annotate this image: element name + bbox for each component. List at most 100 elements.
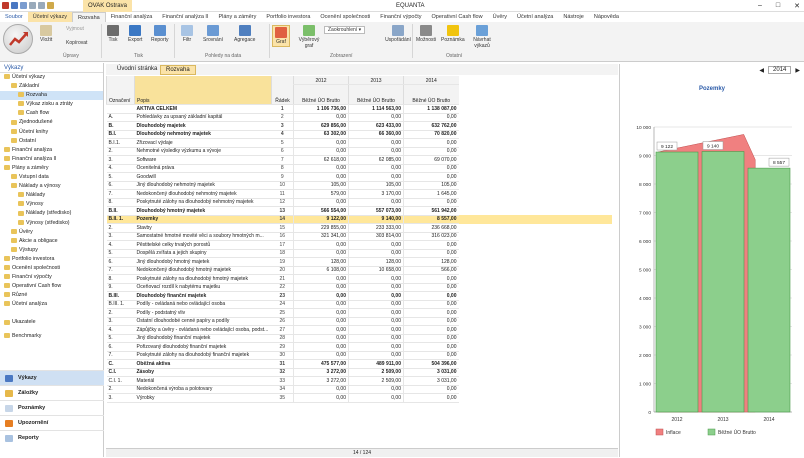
nav-reporty[interactable]: Reporty	[0, 430, 104, 445]
table-row[interactable]: B. Dlouhodobý majetek 3 629 856,00 623 433,0…	[106, 121, 613, 131]
tree-item[interactable]: Ostatní	[0, 137, 103, 146]
tree-item[interactable]: Náklady (středisko)	[0, 209, 103, 218]
tab-rozvaha-doc[interactable]: Rozvaha	[160, 65, 196, 75]
tree-item[interactable]: Náklady a výnosy	[0, 182, 103, 191]
table-row[interactable]: C. Oběžná aktiva 31 475 577,00 489 911,00 504…	[106, 359, 613, 369]
tree-item[interactable]: Účetní knihy	[0, 128, 103, 137]
tree-item[interactable]: Zjednodušené	[0, 118, 103, 127]
nav-vykazy[interactable]: Výkazy	[0, 370, 104, 385]
tab-portfolio[interactable]: Portfolio investora	[261, 12, 315, 22]
header-popis[interactable]: Popis	[134, 76, 272, 105]
tree-item[interactable]: Náklady	[0, 191, 103, 200]
tree-item[interactable]: Různé	[0, 291, 103, 300]
export-button[interactable]: Export	[128, 25, 142, 43]
rounding-select[interactable]: Zaokrouhlení ▾	[324, 26, 366, 34]
table-row[interactable]: 6. Jiný dlouhodobý hmotný majetek 19 128,00…	[106, 257, 613, 267]
tree-item[interactable]: Vstupní data	[0, 173, 103, 182]
tab-financni-analyza[interactable]: Finanční analýza	[106, 12, 158, 22]
tree-item[interactable]: Výkaz zisku a ztráty	[0, 100, 103, 109]
table-row[interactable]: 4. Ocenitelná práva 8 0,00 0,00 0,00	[106, 164, 613, 173]
tree-item[interactable]: Výstupy	[0, 246, 103, 255]
table-row[interactable]: AKTIVA CELKEM 1 1 106 736,00 1 114 563,00 1 …	[106, 104, 613, 114]
tab-plany[interactable]: Plány a záměry	[213, 12, 261, 22]
table-row[interactable]: 9. Oceňovací rozdíl k nabytému majetku 22 0…	[106, 283, 613, 292]
close-button[interactable]: ✕	[794, 2, 800, 10]
tab-ucetni-vykazy[interactable]: Účetní výkazy	[27, 12, 72, 22]
reports-button[interactable]: Reporty	[151, 25, 169, 43]
options-button[interactable]: Možnosti	[416, 25, 436, 43]
table-row[interactable]: 3. Software 7 62 618,00 62 085,00 69 070,00	[106, 155, 613, 165]
table-row[interactable]: 7. Nedokončený dlouhodobý nehmotný majete…	[106, 189, 613, 199]
copy-button[interactable]: Kopírovat	[66, 40, 87, 46]
tab-financni-vypocty[interactable]: Finanční výpočty	[375, 12, 426, 22]
tree-item[interactable]: Výnosy	[0, 200, 103, 209]
tree-item[interactable]: Ocenění společnosti	[0, 264, 103, 273]
year-select[interactable]: 2014	[768, 66, 792, 74]
tree-item[interactable]: Akcie a obligace	[0, 237, 103, 246]
cut-button[interactable]: Vyjmout	[66, 26, 84, 32]
aggregate-button[interactable]: Agregace	[234, 25, 255, 43]
chart-button[interactable]: Graf	[272, 25, 290, 47]
tree-item[interactable]: Rozvaha	[0, 91, 103, 101]
paste-button[interactable]: Vložit	[40, 25, 52, 43]
arrange-button[interactable]: Uspořádání	[385, 25, 411, 43]
table-row[interactable]: 8. Poskytnuté zálohy na dlouhodobý nehmot…	[106, 198, 613, 207]
table-row[interactable]: B.I. Dlouhodobý nehmotný majetek 4 63 302,0…	[106, 130, 613, 139]
table-row[interactable]: 2. Nedokončená výroba a polotovary 34 0,00 0…	[106, 385, 613, 394]
tree-item[interactable]: Ukazatele	[0, 318, 103, 327]
tree-item[interactable]: Úvěry	[0, 228, 103, 237]
compare-button[interactable]: Srovnání	[203, 25, 223, 43]
table-row[interactable]: 3. Výrobky 35 0,00 0,00 0,00	[106, 393, 613, 403]
table-row[interactable]: 2. Nehmotné výsledky výzkumu a vývoje 6 0,0…	[106, 147, 613, 156]
table-row[interactable]: 7. Poskytnuté zálohy na dlouhodobý finanč…	[106, 351, 613, 360]
print-button[interactable]: Tisk	[107, 25, 119, 43]
app-icon[interactable]	[2, 2, 9, 9]
tree-item[interactable]: Účetní analýza	[0, 300, 103, 309]
folder-icon[interactable]	[47, 2, 54, 9]
open-icon[interactable]	[20, 2, 27, 9]
tab-rozvaha[interactable]: Rozvaha	[71, 12, 106, 22]
table-row[interactable]: B.II. 1. Pozemky 14 9 122,00 9 140,00 8 557,0…	[106, 215, 612, 224]
table-row[interactable]: 8. Poskytnuté zálohy na dlouhodobý hmotný…	[106, 274, 613, 284]
filter-button[interactable]: Filtr	[181, 25, 193, 43]
prev-year-button[interactable]: ◀	[759, 67, 764, 74]
redo-icon[interactable]	[38, 2, 45, 9]
table-row[interactable]: 4. Pěstitelské celky trvalých porostů 17 0,…	[106, 240, 613, 250]
table-row[interactable]: A. Pohledávky za upsaný základní kapitál 2…	[106, 113, 613, 122]
tab-oceneni[interactable]: Ocenění společnosti	[315, 12, 375, 22]
tree-item[interactable]: Cash flow	[0, 109, 103, 118]
table-row[interactable]: 5. Jiný dlouhodobý finanční majetek 28 0,00…	[106, 334, 613, 343]
tree-item[interactable]: Základní	[0, 82, 103, 91]
table-row[interactable]: B.I.1. Zřizovací výdaje 5 0,00 0,00 0,00	[106, 138, 613, 148]
table-row[interactable]: 2. Podíly - podstatný vliv 25 0,00 0,00 0,00	[106, 308, 613, 318]
table-row[interactable]: B.II. Dlouhodobý hmotný majetek 13 566 554,…	[106, 206, 613, 216]
tree-item[interactable]: Finanční analýza	[0, 146, 103, 155]
tab-ucetni-analyza[interactable]: Účetní analýza	[512, 12, 558, 22]
table-row[interactable]: 6. Jiný dlouhodobý nehmotný majetek 10 105,…	[106, 181, 613, 190]
tree-item[interactable]: Operativní Cash flow	[0, 282, 103, 291]
table-row[interactable]: 3. Ostatní dlouhodobé cenné papíry a podí…	[106, 317, 613, 326]
tab-nastroje[interactable]: Nástroje	[558, 12, 588, 22]
tree-item[interactable]: Finanční výpočty	[0, 273, 103, 282]
tab-napoveda[interactable]: Nápověda	[589, 12, 624, 22]
tree-item[interactable]: Finanční analýza II	[0, 155, 103, 164]
tree-item[interactable]: Účetní výkazy	[0, 73, 103, 82]
tree-item[interactable]: Benchmarky	[0, 332, 103, 341]
minimize-button[interactable]: –	[758, 2, 762, 10]
tab-financni-analyza-ii[interactable]: Finanční analýza II	[157, 12, 213, 22]
header-oznaceni[interactable]: Označení	[106, 76, 135, 105]
table-row[interactable]: B.III. 1. Podíly - ovládaná nebo ovládají…	[106, 300, 613, 309]
next-year-button[interactable]: ▶	[795, 67, 800, 74]
table-row[interactable]: 4. Zápůjčky a úvěry - ovládaná nebo ovlád…	[106, 325, 613, 335]
nav-zalozky[interactable]: Záložky	[0, 385, 104, 400]
tree-item[interactable]: Portfolio investora	[0, 255, 103, 264]
table-row[interactable]: 3. Samostatné hmotné movité věci a soubor…	[106, 232, 613, 241]
table-row[interactable]: B.III. Dlouhodobý finanční majetek 23 0,00 0…	[106, 291, 613, 301]
tab-cash-flow[interactable]: Operativní Cash flow	[427, 12, 488, 22]
maximize-button[interactable]: □	[776, 2, 780, 10]
table-row[interactable]: 2. Stavby 15 229 855,00 233 333,00 236 668,00	[106, 223, 613, 233]
note-button[interactable]: Poznámka	[441, 25, 465, 43]
table-row[interactable]: C.I. Zásoby 32 3 272,00 2 509,00 3 031,00	[106, 368, 613, 377]
tab-uvodni-stranka[interactable]: Úvodní stránka	[112, 65, 162, 73]
table-row[interactable]: 5. Goodwill 9 0,00 0,00 0,00	[106, 172, 613, 182]
